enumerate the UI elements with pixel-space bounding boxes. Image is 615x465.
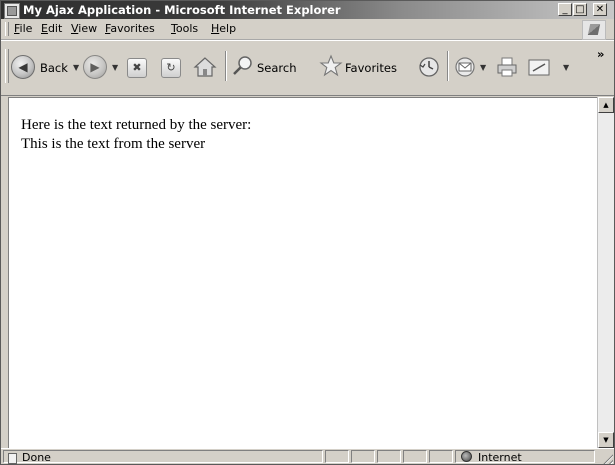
- scroll-down-arrow-icon[interactable]: ▼: [598, 432, 614, 448]
- window-title: My Ajax Application - Microsoft Internet…: [23, 3, 341, 17]
- search-label: Search: [257, 61, 297, 75]
- edit-icon: [527, 56, 553, 78]
- vertical-scrollbar[interactable]: ▲ ▼: [597, 97, 614, 448]
- browser-window: My Ajax Application - Microsoft Internet…: [0, 0, 615, 465]
- minimize-button[interactable]: _: [558, 3, 572, 16]
- refresh-icon[interactable]: ↻: [161, 58, 181, 78]
- toolbar-separator: [447, 51, 449, 81]
- status-panel: [377, 450, 401, 463]
- title-bar: My Ajax Application - Microsoft Internet…: [1, 1, 614, 19]
- status-panel: [429, 450, 453, 463]
- menu-favorites[interactable]: Favorites: [105, 22, 155, 36]
- menu-help[interactable]: Help: [211, 22, 236, 36]
- server-response-text: This is the text from the server: [21, 136, 206, 152]
- security-zone-label: Internet: [478, 451, 522, 464]
- maximize-button[interactable]: □: [573, 3, 587, 16]
- status-text: Done: [22, 451, 51, 464]
- printer-icon[interactable]: [495, 55, 519, 79]
- page-done-icon: [8, 453, 17, 464]
- stop-icon[interactable]: ✖: [127, 58, 147, 78]
- back-label: Back: [40, 61, 68, 75]
- standard-toolbar: ◀ Back ▼ ▶ ▼ ✖ ↻ Search Favorites ▼ ▼ »: [1, 40, 614, 96]
- home-icon[interactable]: [193, 55, 217, 79]
- internet-globe-icon: [461, 451, 472, 462]
- mail-button[interactable]: ▼: [453, 53, 493, 81]
- mail-dropdown-icon[interactable]: ▼: [480, 63, 486, 73]
- menu-file[interactable]: File: [14, 22, 32, 36]
- favorites-label: Favorites: [345, 61, 397, 75]
- toolbar-grip[interactable]: [5, 49, 9, 83]
- ie-app-icon[interactable]: [4, 3, 20, 19]
- status-panel: [325, 450, 349, 463]
- menu-bar-grip[interactable]: [5, 22, 9, 36]
- forward-dropdown-icon[interactable]: ▼: [112, 63, 118, 73]
- resize-grip-icon[interactable]: [601, 452, 613, 464]
- edit-button[interactable]: ▼: [527, 53, 573, 81]
- status-panel: [403, 450, 427, 463]
- menu-bar: File Edit View Favorites Tools Help: [1, 19, 614, 40]
- status-text-panel: Done: [3, 450, 323, 464]
- server-response-heading: Here is the text returned by the server:: [21, 117, 252, 133]
- back-button[interactable]: ◀ Back ▼: [11, 53, 81, 81]
- toolbar-separator: [225, 51, 227, 81]
- history-icon[interactable]: [417, 55, 441, 79]
- security-zone-panel[interactable]: Internet: [455, 450, 595, 464]
- page-content: Here is the text returned by the server:…: [8, 97, 597, 449]
- back-dropdown-icon[interactable]: ▼: [73, 63, 79, 73]
- menu-edit[interactable]: Edit: [41, 22, 62, 36]
- back-arrow-icon: ◀: [11, 55, 35, 79]
- toolbar-overflow-chevron-icon[interactable]: »: [597, 47, 604, 61]
- scroll-up-arrow-icon[interactable]: ▲: [598, 97, 614, 113]
- search-icon: [231, 54, 255, 78]
- favorites-button[interactable]: Favorites: [319, 53, 411, 81]
- star-icon: [319, 54, 343, 78]
- close-button[interactable]: ✕: [593, 3, 607, 16]
- edit-dropdown-icon[interactable]: ▼: [563, 63, 569, 73]
- forward-arrow-icon: ▶: [83, 55, 107, 79]
- status-bar: Done Internet: [1, 448, 614, 464]
- status-panel: [351, 450, 375, 463]
- forward-button[interactable]: ▶ ▼: [83, 53, 123, 81]
- menu-tools[interactable]: Tools: [171, 22, 198, 36]
- windows-logo-icon: [582, 20, 606, 40]
- mail-icon: [453, 55, 477, 79]
- menu-view[interactable]: View: [71, 22, 97, 36]
- search-button[interactable]: Search: [231, 53, 311, 81]
